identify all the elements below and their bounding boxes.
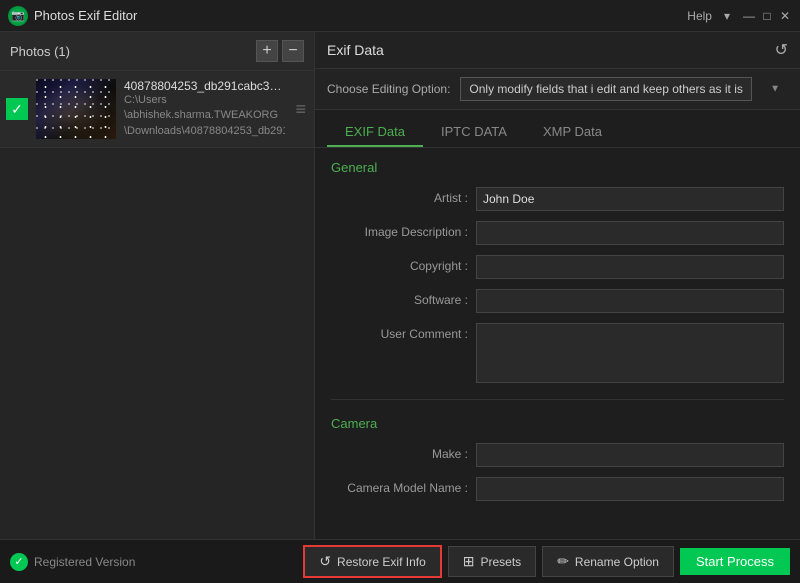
camera-model-input[interactable]: [476, 477, 784, 501]
tab-exif-data[interactable]: EXIF Data: [327, 118, 423, 147]
exif-title: Exif Data: [327, 42, 384, 58]
bottom-left: ✓ Registered Version: [10, 553, 135, 571]
general-section-title: General: [331, 160, 784, 175]
rename-option-button[interactable]: ✏ Rename Option: [542, 546, 674, 577]
image-description-input[interactable]: [476, 221, 784, 245]
photo-path-line3: \Downloads\40878804253_db291ca...: [124, 124, 285, 139]
tabs-bar: EXIF Data IPTC DATA XMP Data: [315, 110, 800, 148]
photo-list-item: ✓ 40878804253_db291cabc3_o.png C:\Users …: [0, 71, 314, 148]
exif-content: General Artist : Image Description : Cop…: [315, 148, 800, 539]
photo-checkbox[interactable]: ✓: [6, 98, 28, 120]
maximize-button[interactable]: □: [760, 9, 774, 23]
photo-menu-button[interactable]: ≡: [293, 99, 308, 120]
user-comment-textarea[interactable]: [476, 323, 784, 383]
start-process-label: Start Process: [696, 554, 774, 569]
software-label: Software :: [331, 289, 476, 307]
presets-button[interactable]: ⊞ Presets: [448, 546, 536, 577]
make-label: Make :: [331, 443, 476, 461]
left-panel: Photos (1) + − ✓ 40878804253_db291cabc3_…: [0, 32, 315, 539]
copyright-label: Copyright :: [331, 255, 476, 273]
user-comment-label: User Comment :: [331, 323, 476, 341]
window-controls: — □ ✕: [742, 9, 792, 23]
bottom-actions: ↺ Restore Exif Info ⊞ Presets ✏ Rename O…: [303, 545, 790, 578]
close-button[interactable]: ✕: [778, 9, 792, 23]
title-bar-controls: Help ▾ — □ ✕: [687, 9, 792, 23]
artist-field-row: Artist :: [331, 187, 784, 211]
artist-label: Artist :: [331, 187, 476, 205]
copyright-field-row: Copyright :: [331, 255, 784, 279]
photo-thumbnail: [36, 79, 116, 139]
make-input[interactable]: [476, 443, 784, 467]
restore-icon: ↺: [319, 553, 331, 570]
editing-option-select-wrapper: Only modify fields that i edit and keep …: [460, 77, 788, 101]
camera-section-title: Camera: [331, 416, 784, 431]
editing-option-bar: Choose Editing Option: Only modify field…: [315, 69, 800, 110]
photo-info: 40878804253_db291cabc3_o.png C:\Users \a…: [124, 79, 285, 139]
photos-header: Photos (1) + −: [0, 32, 314, 71]
user-comment-field-row: User Comment :: [331, 323, 784, 383]
software-input[interactable]: [476, 289, 784, 313]
software-field-row: Software :: [331, 289, 784, 313]
restore-label: Restore Exif Info: [337, 555, 426, 569]
photo-stars-overlay: [36, 79, 116, 139]
title-bar: 📷 Photos Exif Editor Help ▾ — □ ✕: [0, 0, 800, 32]
presets-label: Presets: [481, 555, 522, 569]
app-icon: 📷: [8, 6, 28, 26]
rename-label: Rename Option: [575, 555, 659, 569]
editing-option-select[interactable]: Only modify fields that i edit and keep …: [460, 77, 752, 101]
photos-controls: + −: [256, 40, 304, 62]
title-bar-left: 📷 Photos Exif Editor: [8, 6, 137, 26]
image-description-field-row: Image Description :: [331, 221, 784, 245]
photo-path-line1: C:\Users: [124, 93, 285, 108]
photo-path-line2: \abhishek.sharma.TWEAKORG: [124, 108, 285, 123]
tab-xmp-data[interactable]: XMP Data: [525, 118, 620, 147]
camera-model-label: Camera Model Name :: [331, 477, 476, 495]
main-content: Photos (1) + − ✓ 40878804253_db291cabc3_…: [0, 32, 800, 539]
presets-icon: ⊞: [463, 553, 475, 570]
minimize-button[interactable]: —: [742, 9, 756, 23]
artist-input[interactable]: [476, 187, 784, 211]
registered-text: Registered Version: [34, 555, 135, 569]
make-field-row: Make :: [331, 443, 784, 467]
photo-filename: 40878804253_db291cabc3_o.png: [124, 79, 285, 93]
help-dropdown-icon[interactable]: ▾: [724, 9, 730, 23]
section-divider: [331, 399, 784, 400]
copyright-input[interactable]: [476, 255, 784, 279]
restore-exif-button[interactable]: ↺ Restore Exif Info: [303, 545, 441, 578]
add-photo-button[interactable]: +: [256, 40, 278, 62]
tab-iptc-data[interactable]: IPTC DATA: [423, 118, 525, 147]
bottom-bar: ✓ Registered Version ↺ Restore Exif Info…: [0, 539, 800, 583]
start-process-button[interactable]: Start Process: [680, 548, 790, 575]
rename-icon: ✏: [557, 553, 569, 570]
right-panel: Exif Data ↺ Choose Editing Option: Only …: [315, 32, 800, 539]
image-description-label: Image Description :: [331, 221, 476, 239]
photos-title: Photos (1): [10, 44, 70, 59]
remove-photo-button[interactable]: −: [282, 40, 304, 62]
camera-model-field-row: Camera Model Name :: [331, 477, 784, 501]
exif-header: Exif Data ↺: [315, 32, 800, 69]
editing-option-label: Choose Editing Option:: [327, 82, 450, 96]
registered-icon: ✓: [10, 553, 28, 571]
refresh-button[interactable]: ↺: [775, 40, 788, 60]
help-label[interactable]: Help: [687, 9, 712, 23]
app-title: Photos Exif Editor: [34, 8, 137, 23]
